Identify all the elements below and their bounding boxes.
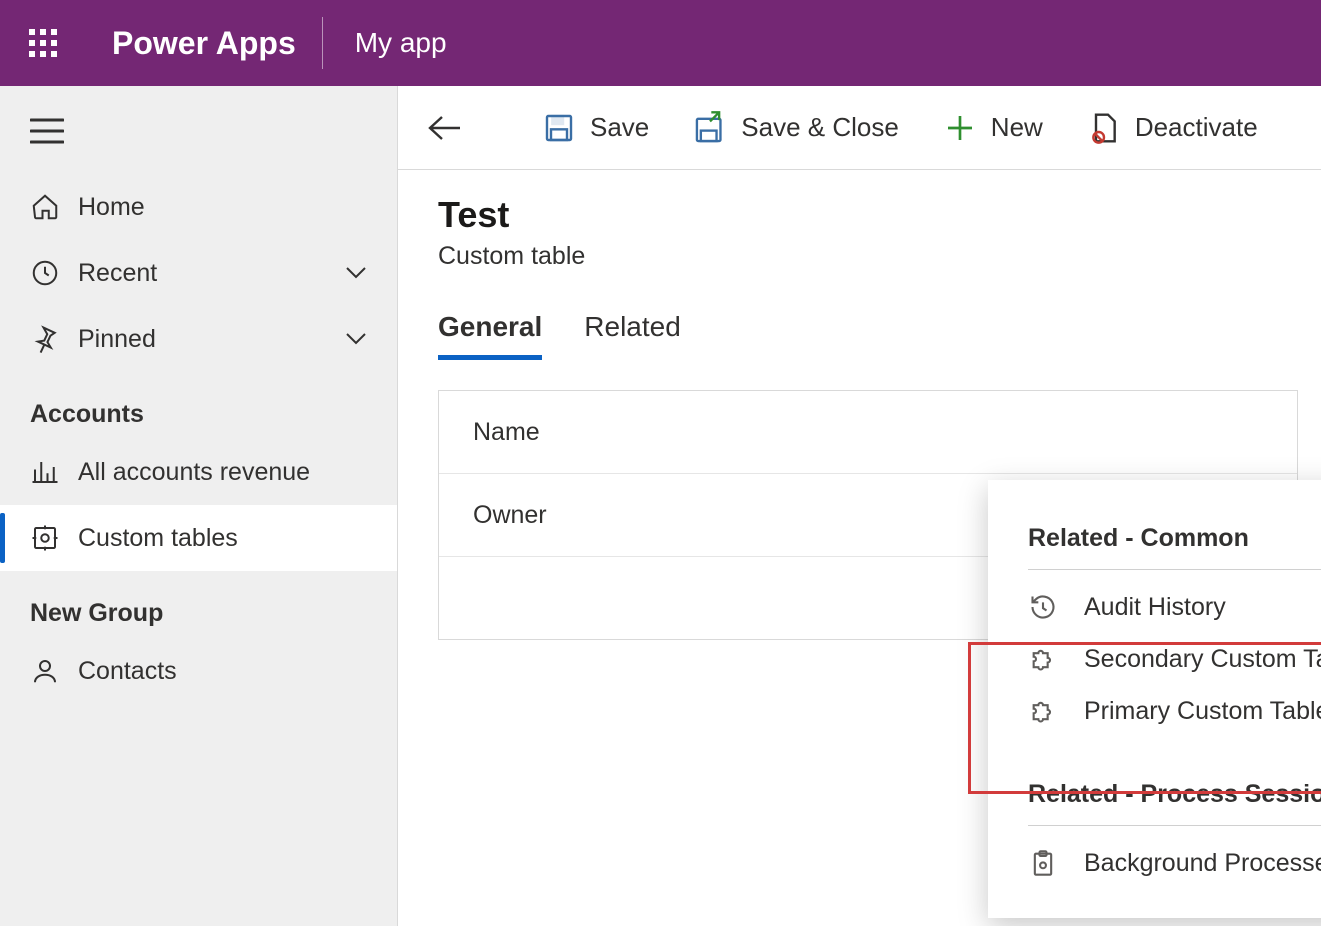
- sidebar-item-custom-tables[interactable]: Custom tables: [0, 505, 397, 571]
- flyout-item-label: Secondary Custom Table Relationship: [1084, 645, 1321, 674]
- tab-related[interactable]: Related: [584, 311, 681, 360]
- sidebar-item-label: Pinned: [78, 325, 156, 354]
- home-icon: [30, 192, 78, 222]
- history-icon: [1028, 592, 1058, 622]
- puzzle-icon: [1028, 696, 1058, 726]
- form-row-name[interactable]: Name: [439, 391, 1297, 474]
- sidebar-item-home[interactable]: Home: [0, 174, 397, 240]
- flyout-item-label: Primary Custom Table Relationship: [1084, 697, 1321, 726]
- chevron-down-icon: [345, 332, 367, 346]
- field-label: Name: [473, 418, 653, 447]
- sidebar-item-label: Custom tables: [78, 524, 238, 553]
- clock-icon: [30, 258, 78, 288]
- puzzle-icon: [1028, 644, 1058, 674]
- record-tabs: General Related: [438, 311, 1281, 360]
- sidebar-item-all-accounts-revenue[interactable]: All accounts revenue: [0, 439, 397, 505]
- clipboard-icon: [1028, 848, 1058, 878]
- flyout-item-label: Audit History: [1084, 593, 1226, 622]
- command-bar: Save Save & Close New Deactivate: [398, 86, 1321, 170]
- related-background-processes[interactable]: Background Processes: [1028, 826, 1321, 878]
- sidebar-item-label: Home: [78, 193, 145, 222]
- field-label: Owner: [473, 501, 653, 530]
- page-title: Test: [438, 194, 1281, 236]
- waffle-icon: [27, 27, 59, 59]
- main-content: Save Save & Close New Deactivate: [398, 86, 1321, 926]
- sidebar-item-recent[interactable]: Recent: [0, 240, 397, 306]
- field-value[interactable]: [653, 417, 1263, 447]
- record-page: Test Custom table General Related Name O…: [398, 170, 1321, 664]
- save-and-close-button[interactable]: Save & Close: [693, 111, 899, 145]
- sidebar-item-label: All accounts revenue: [78, 458, 310, 487]
- arrow-left-icon: [426, 113, 462, 143]
- save-close-label: Save & Close: [741, 112, 899, 143]
- sidebar-toggle-button[interactable]: [0, 102, 397, 174]
- sidebar: Home Recent Pinned Accounts All: [0, 86, 398, 926]
- sidebar-item-pinned[interactable]: Pinned: [0, 306, 397, 372]
- flyout-group-common: Related - Common: [1028, 520, 1321, 570]
- pin-icon: [30, 324, 78, 354]
- sidebar-item-contacts[interactable]: Contacts: [0, 638, 397, 704]
- app-name[interactable]: My app: [323, 27, 479, 59]
- flyout-group-process-sessions: Related - Process Sessions: [1028, 776, 1321, 826]
- chevron-down-icon: [345, 266, 367, 280]
- deactivate-button[interactable]: Deactivate: [1087, 111, 1258, 145]
- related-secondary-custom-table[interactable]: Secondary Custom Table Relationship: [1028, 622, 1321, 674]
- back-button[interactable]: [426, 113, 462, 143]
- new-button[interactable]: New: [943, 111, 1043, 145]
- page-subtitle: Custom table: [438, 242, 1281, 271]
- hamburger-icon: [30, 118, 64, 144]
- app-launcher-button[interactable]: [0, 0, 86, 86]
- chart-icon: [30, 457, 78, 487]
- save-close-icon: [693, 111, 727, 145]
- related-flyout: Related - Common Audit History Secondary…: [988, 480, 1321, 918]
- deactivate-label: Deactivate: [1135, 112, 1258, 143]
- sidebar-item-label: Recent: [78, 259, 157, 288]
- save-icon: [542, 111, 576, 145]
- tab-general[interactable]: General: [438, 311, 542, 360]
- person-icon: [30, 656, 78, 686]
- related-audit-history[interactable]: Audit History: [1028, 570, 1321, 622]
- deactivate-icon: [1087, 111, 1121, 145]
- related-primary-custom-table[interactable]: Primary Custom Table Relationship: [1028, 674, 1321, 726]
- new-label: New: [991, 112, 1043, 143]
- flyout-item-label: Background Processes: [1084, 849, 1321, 878]
- save-button[interactable]: Save: [542, 111, 649, 145]
- app-header: Power Apps My app: [0, 0, 1321, 86]
- save-label: Save: [590, 112, 649, 143]
- brand-name[interactable]: Power Apps: [86, 25, 322, 62]
- table-icon: [30, 523, 78, 553]
- plus-icon: [943, 111, 977, 145]
- sidebar-group-accounts: Accounts: [0, 372, 397, 439]
- sidebar-item-label: Contacts: [78, 657, 177, 686]
- sidebar-group-new-group: New Group: [0, 571, 397, 638]
